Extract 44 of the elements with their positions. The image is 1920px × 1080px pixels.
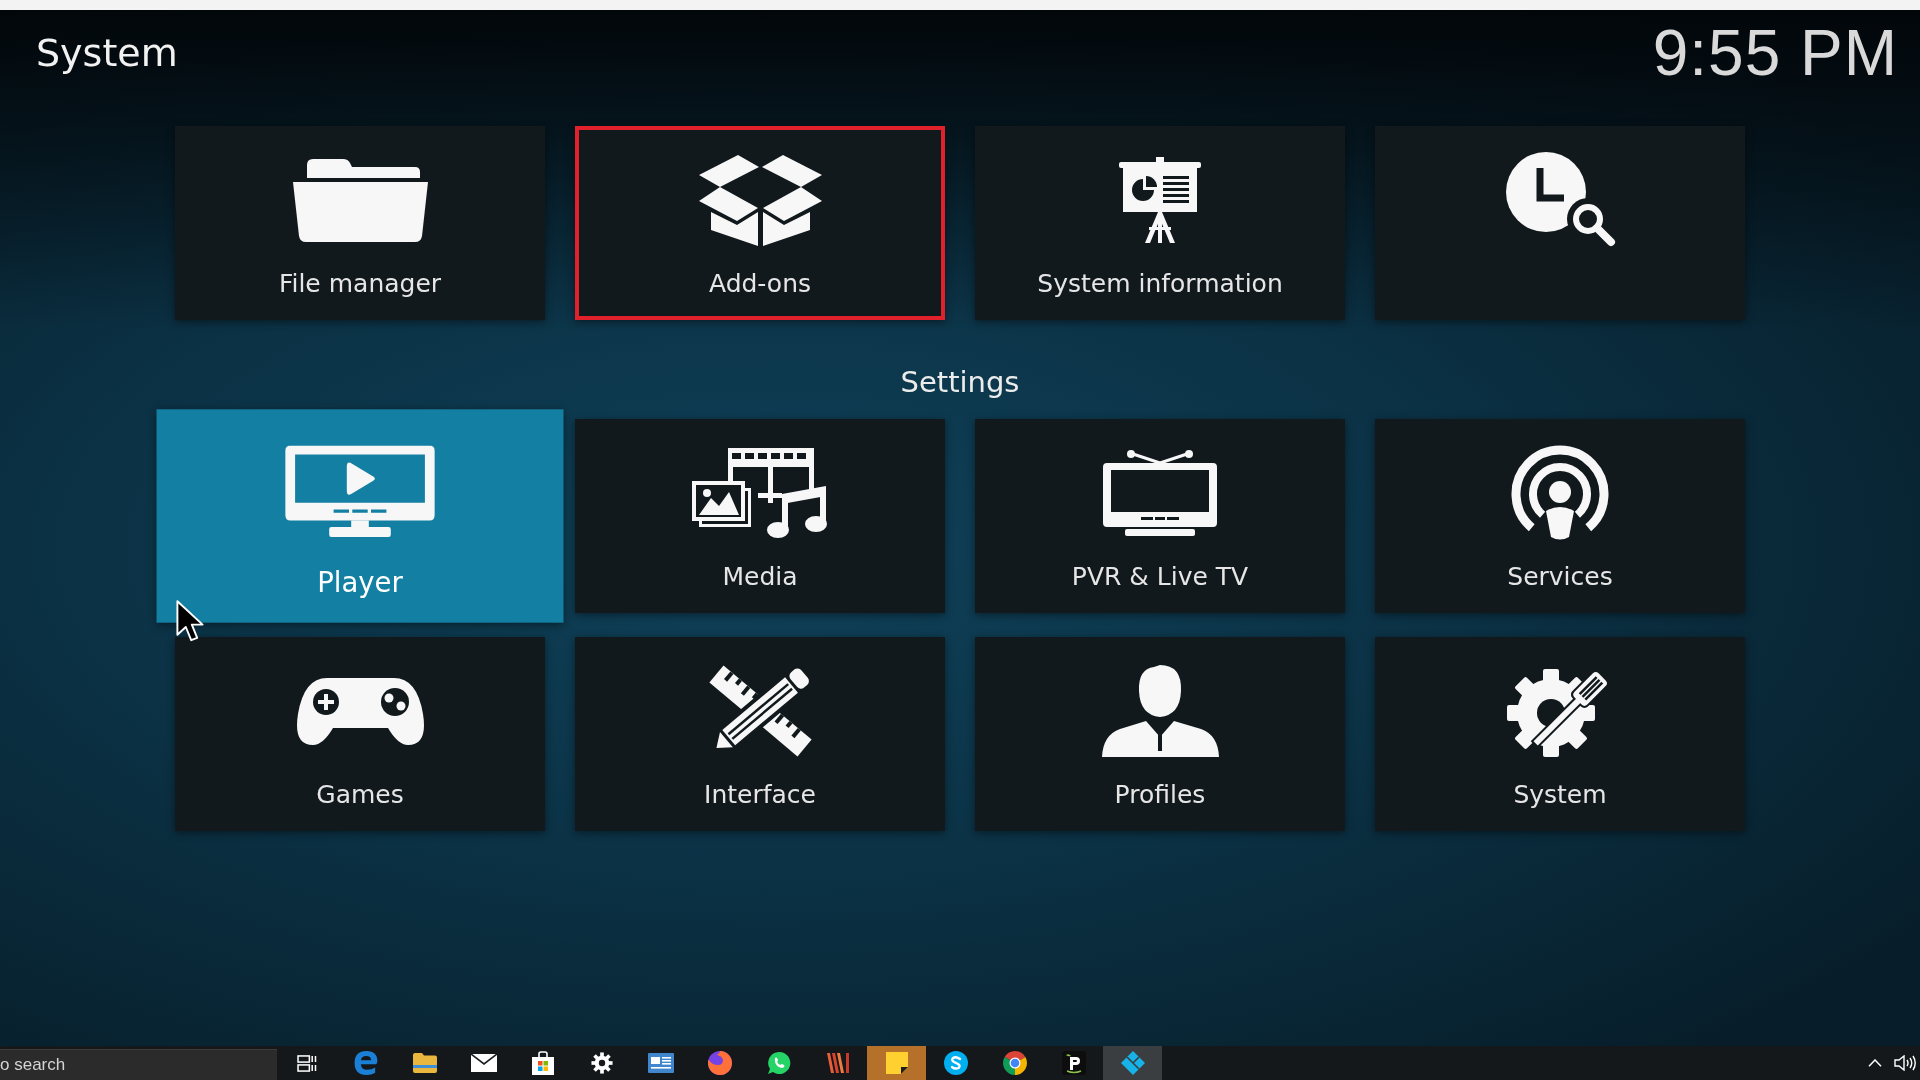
diamond-logo-icon xyxy=(1120,1051,1145,1075)
stripes-logo-icon xyxy=(825,1053,850,1073)
presentation-board-icon xyxy=(1119,157,1201,243)
settings-tile[interactable]: Media xyxy=(575,419,945,613)
settings-tile[interactable]: PVR & Live TV xyxy=(975,419,1345,613)
shortcut-tile[interactable]: File manager xyxy=(175,126,545,320)
s-bubble-icon xyxy=(943,1051,968,1075)
shopping-bag-icon xyxy=(531,1051,554,1075)
e-logo-icon xyxy=(353,1051,378,1075)
news-card-icon xyxy=(647,1053,674,1073)
ring-logo-icon xyxy=(1002,1051,1027,1075)
monitor-play-icon xyxy=(285,445,435,537)
person-bust-icon xyxy=(1101,665,1219,757)
sticky-note-icon xyxy=(885,1052,908,1074)
gamepad-icon xyxy=(294,677,426,745)
volume-icon[interactable] xyxy=(1894,1055,1916,1071)
page-title: System xyxy=(36,30,178,77)
cursor-icon xyxy=(176,600,204,642)
settings-icon xyxy=(590,1052,613,1074)
settings-tile[interactable]: Profiles xyxy=(975,637,1345,831)
tv-antenna-icon xyxy=(1103,450,1217,536)
section-heading: Settings xyxy=(900,364,1020,401)
shortcut-tile[interactable] xyxy=(1375,126,1745,320)
envelope-icon xyxy=(470,1054,497,1072)
settings-tile[interactable]: Interface xyxy=(575,637,945,831)
shortcut-tile[interactable]: System information xyxy=(975,126,1345,320)
folder-icon xyxy=(412,1053,437,1073)
search-field[interactable]: o search xyxy=(0,1049,277,1080)
shortcut-tile[interactable]: Add-ons xyxy=(575,126,945,320)
chevron-up-icon[interactable] xyxy=(1868,1059,1882,1067)
broadcast-person-icon xyxy=(1510,445,1610,541)
settings-tile[interactable]: Services xyxy=(1375,419,1745,613)
settings-tile[interactable]: System xyxy=(1375,637,1745,831)
phone-bubble-icon xyxy=(766,1051,791,1075)
settings-tile[interactable]: Games xyxy=(175,637,545,831)
task-view-icon xyxy=(296,1054,317,1072)
app-logo-icon xyxy=(1061,1051,1086,1075)
clock-magnifier-icon xyxy=(1503,152,1617,248)
settings-tile[interactable]: Player xyxy=(156,409,564,623)
open-box-icon xyxy=(697,154,823,246)
clock-time: 9:55 PM xyxy=(1652,17,1898,89)
film-photo-music-icon xyxy=(692,447,828,539)
folder-icon xyxy=(292,158,428,242)
fox-globe-icon xyxy=(707,1051,732,1075)
